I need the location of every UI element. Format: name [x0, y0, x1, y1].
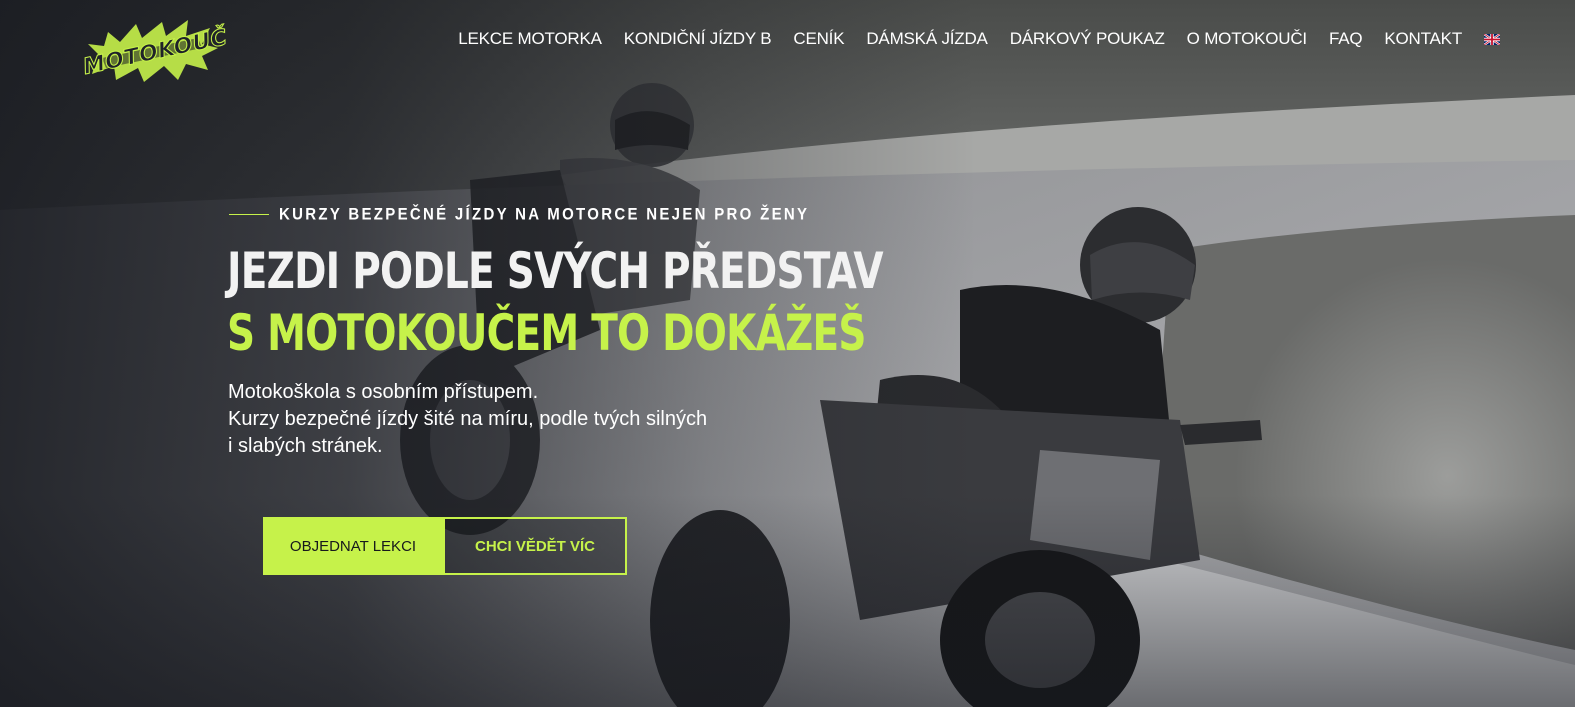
motokouc-logo[interactable]: MOTOKOUČ	[78, 14, 230, 86]
lead-line-2: Kurzy bezpečné jízdy šité na míru, podle…	[228, 408, 708, 457]
hero-cta-group: OBJEDNAT LEKCI CHCI VĚDĚT VÍC	[263, 517, 627, 575]
order-lesson-button[interactable]: OBJEDNAT LEKCI	[263, 517, 443, 575]
hero-headline: JEZDI PODLE SVÝCH PŘEDSTAV S MOTOKOUČEM …	[227, 240, 884, 364]
nav-item-cenik[interactable]: CENÍK	[793, 29, 844, 49]
hero-section: MOTOKOUČ LEKCE MOTORKA KONDIČNÍ JÍZDY B …	[0, 0, 1575, 707]
nav-item-faq[interactable]: FAQ	[1329, 29, 1363, 49]
headline-line-2: S MOTOKOUČEM TO DOKÁŽEŠ	[227, 304, 866, 362]
lead-line-1: Motokoškola s osobním přístupem.	[228, 381, 539, 403]
kicker-accent-line	[229, 214, 269, 215]
headline-line-1: JEZDI PODLE SVÝCH PŘEDSTAV	[227, 242, 884, 300]
nav-item-darkovy-poukaz[interactable]: DÁRKOVÝ POUKAZ	[1010, 29, 1165, 49]
hero-lead: Motokoškola s osobním přístupem. Kurzy b…	[228, 379, 708, 460]
uk-flag-icon[interactable]	[1484, 33, 1500, 45]
nav-item-kontakt[interactable]: KONTAKT	[1384, 29, 1462, 49]
kicker-text: KURZY BEZPEČNÉ JÍZDY NA MOTORCE NEJEN PR…	[279, 204, 810, 225]
nav-item-kondicni-jizdy[interactable]: KONDIČNÍ JÍZDY B	[624, 29, 772, 49]
nav-item-lekce-motorka[interactable]: LEKCE MOTORKA	[458, 29, 602, 49]
main-navigation: LEKCE MOTORKA KONDIČNÍ JÍZDY B CENÍK DÁM…	[458, 29, 1500, 49]
hero-kicker: KURZY BEZPEČNÉ JÍZDY NA MOTORCE NEJEN PR…	[229, 204, 810, 225]
nav-item-damska-jizda[interactable]: DÁMSKÁ JÍZDA	[866, 29, 988, 49]
learn-more-button[interactable]: CHCI VĚDĚT VÍC	[443, 517, 627, 575]
nav-item-o-motokouci[interactable]: O MOTOKOUČI	[1187, 29, 1307, 49]
